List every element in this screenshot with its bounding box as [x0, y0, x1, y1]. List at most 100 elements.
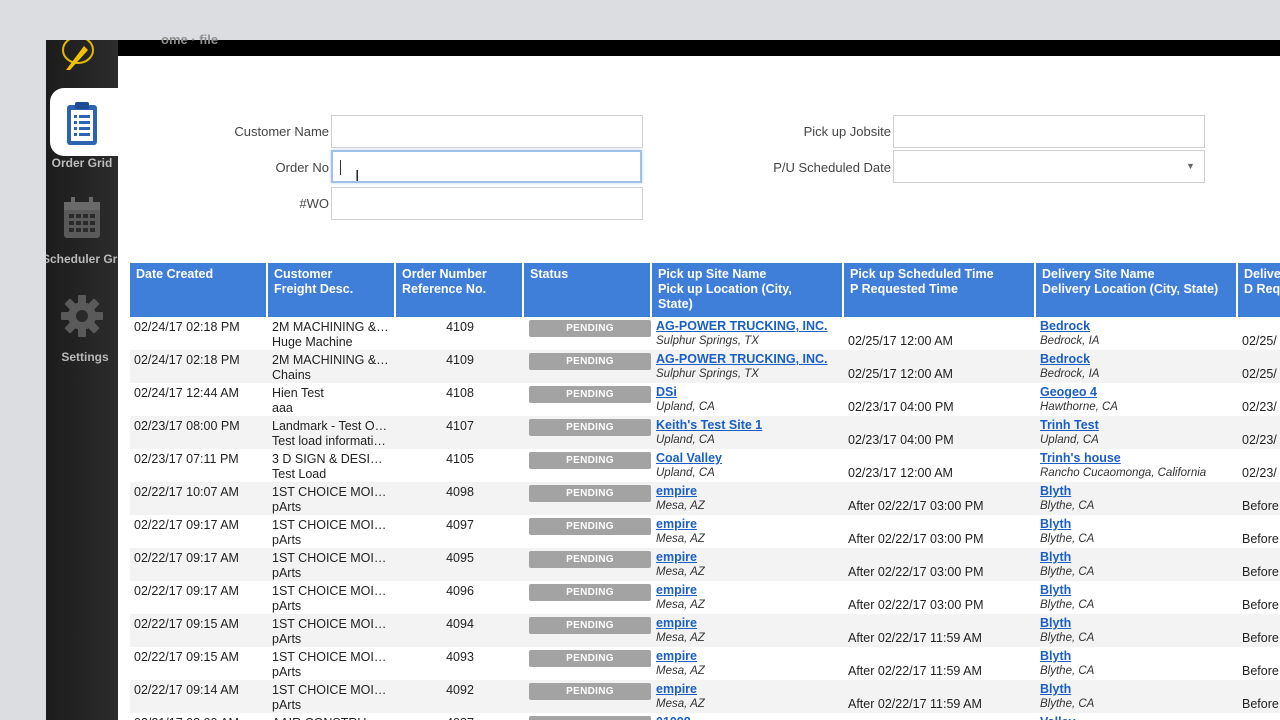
pickup-site-link[interactable]: Keith's Test Site 1 — [656, 418, 844, 432]
column-header-pickup-site[interactable]: Pick up Site Name Pick up Location (City… — [652, 263, 844, 317]
table-row[interactable]: 02/23/17 08:00 PM Landmark - Test O… Test … — [130, 416, 1280, 449]
column-header-delivery-time[interactable]: Delive D Req — [1238, 263, 1280, 317]
delivery-site-link[interactable]: Blyth — [1040, 682, 1236, 696]
table-row[interactable]: 02/24/17 12:44 AM Hien Test aaa 4108 PENDING… — [130, 383, 1280, 416]
cell-pickup-location: Mesa, AZ — [656, 632, 705, 644]
table-row[interactable]: 02/24/17 02:18 PM 2M MACHINING &… Chains 41… — [130, 350, 1280, 383]
cell-order-number: 4092 — [446, 683, 474, 697]
delivery-site-link[interactable]: Geogeo 4 — [1040, 385, 1236, 399]
cell-customer: 3 D SIGN & DESI… — [272, 452, 383, 466]
cell-pickup-time: After 02/22/17 03:00 PM — [848, 499, 984, 513]
cell-customer: 2M MACHINING &… — [272, 353, 389, 367]
table-row[interactable]: 02/21/17 08:00 AM AAIR CONSTRU…4087 PENDIN… — [130, 713, 1280, 720]
delivery-site-link[interactable]: Blyth — [1040, 649, 1236, 663]
pu-scheduled-date-select[interactable] — [893, 150, 1205, 183]
cell-delivery-time: Before — [1242, 598, 1279, 612]
cell-order-number: 4096 — [446, 584, 474, 598]
pickup-site-link[interactable]: AG-POWER TRUCKING, INC. — [656, 352, 844, 366]
cell-pickup-location: Mesa, AZ — [656, 566, 705, 578]
cell-date-created: 02/22/17 09:17 AM — [134, 584, 239, 598]
table-row[interactable]: 02/22/17 09:15 AM 1ST CHOICE MOI… pArts 409… — [130, 647, 1280, 680]
delivery-site-link[interactable]: Blyth — [1040, 583, 1236, 597]
delivery-site-link[interactable]: Bedrock — [1040, 319, 1236, 333]
cell-pickup-time: 02/23/17 04:00 PM — [848, 400, 954, 414]
wo-input[interactable] — [331, 187, 643, 220]
delivery-site-link[interactable]: Blyth — [1040, 484, 1236, 498]
column-header-pickup-time[interactable]: Pick up Scheduled Time P Requested Time — [844, 263, 1036, 317]
status-badge: PENDING — [529, 320, 651, 337]
cell-delivery-time: 02/23/ — [1242, 433, 1277, 447]
sidebar: Order Grid Scheduler Grid — [46, 40, 118, 720]
table-row[interactable]: 02/22/17 09:15 AM 1ST CHOICE MOI… pArts 409… — [130, 614, 1280, 647]
delivery-site-link[interactable]: Trinh's house — [1040, 451, 1236, 465]
table-row[interactable]: 02/22/17 10:07 AM 1ST CHOICE MOI… pArts 409… — [130, 482, 1280, 515]
cell-pickup-time: After 02/22/17 11:59 AM — [848, 697, 982, 711]
cell-pickup-time: After 02/22/17 11:59 AM — [848, 631, 982, 645]
cell-delivery-time: Before — [1242, 631, 1279, 645]
cell-delivery-location: Blythe, CA — [1040, 665, 1095, 677]
pickup-site-link[interactable]: empire — [656, 583, 844, 597]
pickup-site-link[interactable]: empire — [656, 649, 844, 663]
cell-date-created: 02/24/17 02:18 PM — [134, 320, 240, 334]
pickup-site-link[interactable]: AG-POWER TRUCKING, INC. — [656, 319, 844, 333]
table-row[interactable]: 02/22/17 09:14 AM 1ST CHOICE MOI… pArts 409… — [130, 680, 1280, 713]
customer-name-input[interactable] — [331, 115, 643, 148]
cell-freight-desc: pArts — [272, 500, 302, 514]
cell-delivery-time: 02/23/ — [1242, 400, 1277, 414]
chevron-down-icon[interactable]: ▼ — [1186, 161, 1195, 171]
pickup-site-link[interactable]: empire — [656, 682, 844, 696]
delivery-site-link[interactable]: Trinh Test — [1040, 418, 1236, 432]
pickup-site-link[interactable]: 01098 — [656, 715, 844, 720]
column-header-order-number[interactable]: Order Number Reference No. — [396, 263, 524, 317]
column-header-date-created[interactable]: Date Created — [130, 263, 268, 317]
cell-date-created: 02/24/17 12:44 AM — [134, 386, 239, 400]
delivery-site-link[interactable]: Valley — [1040, 715, 1236, 720]
cell-date-created: 02/23/17 08:00 PM — [134, 419, 240, 433]
pickup-site-link[interactable]: empire — [656, 484, 844, 498]
cell-customer: 1ST CHOICE MOI… — [272, 617, 387, 631]
cell-order-number: 4094 — [446, 617, 474, 631]
pickup-site-link[interactable]: empire — [656, 616, 844, 630]
delivery-site-link[interactable]: Blyth — [1040, 616, 1236, 630]
cell-order-number: 4098 — [446, 485, 474, 499]
status-badge: PENDING — [529, 353, 651, 370]
table-row[interactable]: 02/22/17 09:17 AM 1ST CHOICE MOI… pArts 409… — [130, 581, 1280, 614]
column-header-status[interactable]: Status — [524, 263, 652, 317]
pickup-site-link[interactable]: empire — [656, 550, 844, 564]
cell-pickup-time: 02/23/17 12:00 AM — [848, 466, 953, 480]
cell-customer: Hien Test — [272, 386, 324, 400]
table-row[interactable]: 02/24/17 02:18 PM 2M MACHINING &… Huge Mac… — [130, 317, 1280, 350]
order-no-input[interactable] — [331, 150, 642, 183]
cell-pickup-location: Upland, CA — [656, 401, 715, 413]
sidebar-item-scheduler-grid[interactable]: Scheduler Grid — [46, 196, 118, 266]
cell-pickup-location: Upland, CA — [656, 434, 715, 446]
status-badge: PENDING — [529, 617, 651, 634]
pickup-site-link[interactable]: empire — [656, 517, 844, 531]
delivery-site-link[interactable]: Blyth — [1040, 517, 1236, 531]
cell-delivery-location: Upland, CA — [1040, 434, 1099, 446]
pickup-site-link[interactable]: DSi — [656, 385, 844, 399]
status-badge: PENDING — [529, 584, 651, 601]
status-badge: PENDING — [529, 683, 651, 700]
cell-pickup-time: 02/25/17 12:00 AM — [848, 367, 953, 381]
cell-pickup-time: After 02/22/17 03:00 PM — [848, 598, 984, 612]
delivery-site-link[interactable]: Bedrock — [1040, 352, 1236, 366]
cell-order-number: 4097 — [446, 518, 474, 532]
pickup-site-link[interactable]: Coal Valley — [656, 451, 844, 465]
table-row[interactable]: 02/23/17 07:11 PM 3 D SIGN & DESI… Test Lo… — [130, 449, 1280, 482]
cell-pickup-location: Sulphur Springs, TX — [656, 335, 759, 347]
pickup-jobsite-input[interactable] — [893, 115, 1205, 148]
column-header-customer[interactable]: Customer Freight Desc. — [268, 263, 396, 317]
text-caret — [340, 160, 341, 175]
table-row[interactable]: 02/22/17 09:17 AM 1ST CHOICE MOI… pArts 409… — [130, 515, 1280, 548]
cell-order-number: 4108 — [446, 386, 474, 400]
cell-delivery-time: 02/25/ — [1242, 367, 1277, 381]
cell-customer: 1ST CHOICE MOI… — [272, 518, 387, 532]
delivery-site-link[interactable]: Blyth — [1040, 550, 1236, 564]
sidebar-item-order-grid[interactable] — [50, 88, 118, 156]
table-row[interactable]: 02/22/17 09:17 AM 1ST CHOICE MOI… pArts 409… — [130, 548, 1280, 581]
sidebar-item-settings[interactable]: Settings — [46, 294, 118, 364]
gear-icon — [61, 295, 103, 337]
column-header-delivery-site[interactable]: Delivery Site Name Delivery Location (Ci… — [1036, 263, 1238, 317]
status-badge: PENDING — [529, 386, 651, 403]
